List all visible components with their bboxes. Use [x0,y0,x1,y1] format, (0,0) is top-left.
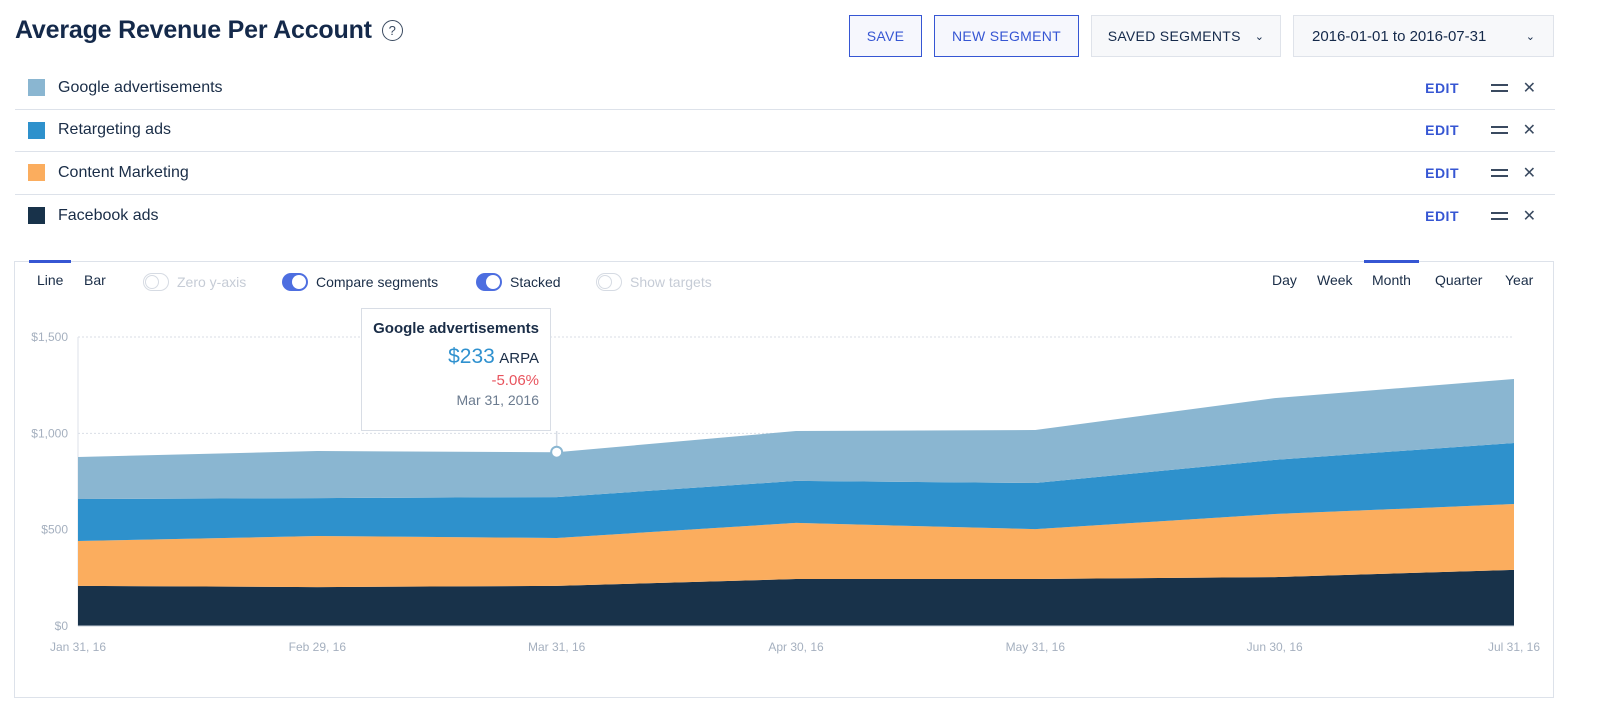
tooltip-value: $233 [448,345,495,368]
x-tick-label: Apr 30, 16 [768,640,824,654]
stacked-area-chart: $0 $500 $1,000 $1,500 Jan 31, 16 Feb 29, 16 Ma… [31,330,1540,654]
highlight-point-marker [550,445,564,459]
y-tick-label: $1,000 [31,426,68,440]
x-tick-label: Jun 30, 16 [1247,640,1303,654]
x-tick-label: Jan 31, 16 [50,640,106,654]
tooltip-change: -5.06% [491,372,539,389]
tooltip-unit: ARPA [499,350,539,367]
chart-tooltip: Google advertisements $233 ARPA -5.06% M… [361,308,551,431]
y-tick-label: $1,500 [31,330,68,344]
x-tick-label: Jul 31, 16 [1488,640,1540,654]
x-tick-label: Feb 29, 16 [289,640,347,654]
x-tick-label: May 31, 16 [1006,640,1066,654]
y-tick-label: $0 [55,619,69,633]
y-tick-label: $500 [41,523,68,537]
x-tick-label: Mar 31, 16 [528,640,586,654]
tooltip-date: Mar 31, 2016 [456,392,540,408]
tooltip-title: Google advertisements [373,320,539,337]
